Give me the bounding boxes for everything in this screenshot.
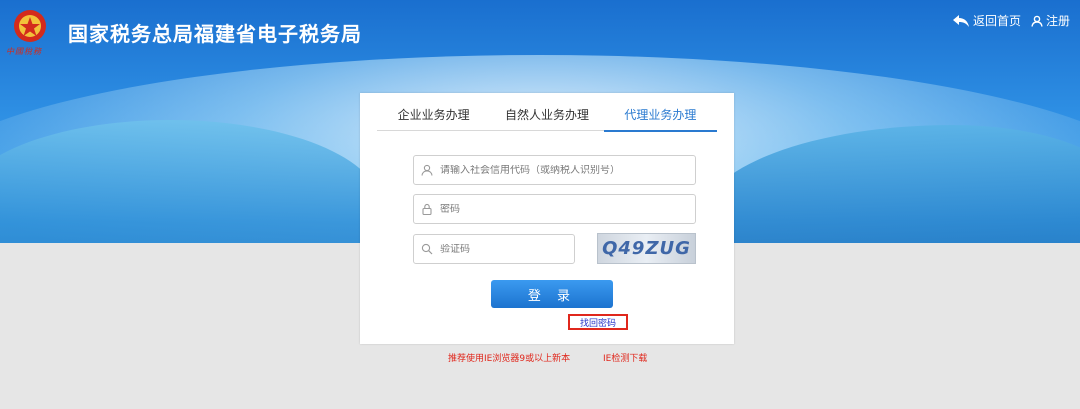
search-icon bbox=[420, 242, 434, 256]
password-input[interactable] bbox=[440, 203, 665, 215]
captcha-input[interactable] bbox=[440, 243, 568, 255]
captcha-text: Q49ZUG bbox=[602, 238, 691, 259]
tax-emblem-icon bbox=[14, 10, 46, 42]
login-tabs: 企业业务办理 自然人业务办理 代理业务办理 bbox=[377, 93, 717, 132]
ie-check-link[interactable]: IE检测下载 bbox=[603, 351, 647, 364]
user-icon bbox=[420, 163, 434, 177]
lock-icon bbox=[420, 202, 434, 216]
tab-agent[interactable]: 代理业务办理 bbox=[603, 93, 717, 132]
browser-note: 推荐使用IE浏览器9或以上新本 bbox=[448, 354, 571, 364]
captcha-field bbox=[413, 234, 575, 264]
user-icon bbox=[1031, 15, 1043, 27]
login-button[interactable]: 登 录 bbox=[491, 280, 613, 308]
password-field bbox=[413, 194, 696, 224]
credit-code-input[interactable] bbox=[440, 164, 665, 176]
credit-code-field bbox=[413, 155, 696, 185]
forgot-password-link[interactable]: 找回密码 bbox=[568, 314, 628, 330]
tab-enterprise[interactable]: 企业业务办理 bbox=[377, 93, 490, 130]
top-links: 返回首页 注册 bbox=[952, 12, 1070, 29]
back-arrow-icon bbox=[952, 14, 969, 27]
login-panel: 企业业务办理 自然人业务办理 代理业务办理 请输入社会信用代码（或纳税人识别号）… bbox=[360, 93, 734, 344]
captcha-image[interactable]: Q49ZUG bbox=[597, 233, 696, 264]
emblem-caption: 中國稅務 bbox=[6, 47, 42, 56]
back-home-link[interactable]: 返回首页 bbox=[952, 12, 1021, 29]
register-label: 注册 bbox=[1045, 14, 1070, 28]
back-home-label: 返回首页 bbox=[972, 14, 1021, 28]
site-title: 国家税务总局福建省电子税务局 bbox=[68, 22, 362, 46]
tab-individual[interactable]: 自然人业务办理 bbox=[490, 93, 603, 130]
register-link[interactable]: 注册 bbox=[1031, 12, 1070, 29]
